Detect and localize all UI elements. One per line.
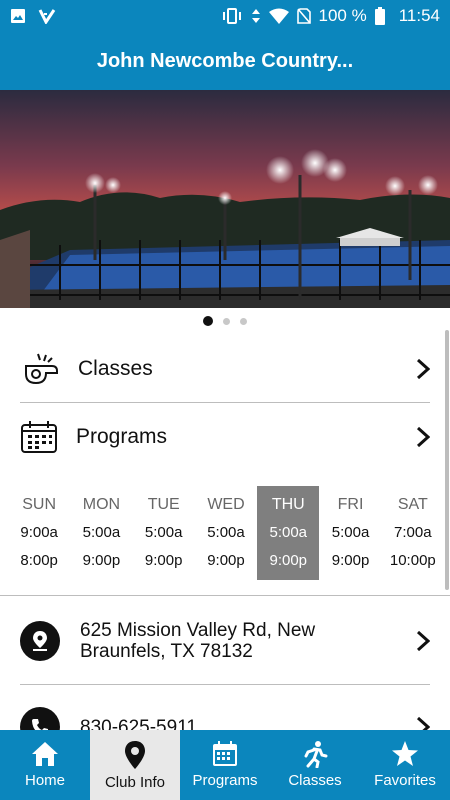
chevron-right-icon (416, 630, 430, 652)
star-icon (392, 741, 418, 766)
nav-label: Classes (288, 772, 342, 789)
close-time: 10:00p (389, 552, 436, 569)
whistle-icon (25, 353, 58, 385)
divider (0, 595, 450, 596)
bottom-navigation: Home Club Info Programs Classes Favorite… (0, 730, 450, 800)
battery-icon (374, 7, 385, 25)
app-bar: John Newcombe Country... (0, 32, 450, 90)
vibrate-icon (222, 8, 241, 24)
divider (20, 402, 430, 403)
day-name: SAT (397, 496, 428, 513)
day-name: MON (82, 496, 121, 513)
schedule-day-mon: MON 5:00a 9:00p (70, 486, 132, 580)
nav-label: Programs (192, 772, 258, 789)
nav-label: Club Info (104, 774, 166, 791)
status-bar: 100 % 11:54 (0, 0, 450, 32)
scrollbar[interactable] (445, 330, 449, 590)
address-text: 625 Mission Valley Rd, New Braunfels, TX… (80, 620, 316, 662)
open-time: 9:00a (20, 524, 58, 541)
day-name: SUN (22, 496, 57, 513)
page-title: John Newcombe Country... (96, 49, 354, 72)
check-icon (38, 9, 56, 24)
nav-label: Home (24, 772, 65, 789)
club-photo (0, 90, 450, 308)
open-time: 5:00a (207, 524, 245, 541)
carousel-dot[interactable] (223, 317, 230, 325)
home-icon (32, 742, 58, 766)
hours-schedule: SUN 9:00a 8:00p MON 5:00a 9:00p TUE 5:00… (8, 486, 444, 580)
close-time: 9:00p (207, 552, 245, 569)
chevron-right-icon (416, 358, 430, 380)
runner-icon (304, 741, 328, 768)
club-photo-carousel[interactable] (0, 90, 450, 308)
programs-row[interactable]: Programs (20, 404, 430, 470)
day-name: FRI (337, 496, 364, 513)
open-time: 5:00a (82, 524, 121, 541)
schedule-day-thu-today: THU 5:00a 9:00p (257, 486, 320, 580)
chevron-right-icon (416, 426, 430, 448)
calendar-icon (21, 421, 57, 453)
data-icon (251, 9, 260, 23)
schedule-day-sun: SUN 9:00a 8:00p (8, 486, 70, 580)
schedule-day-wed: WED 5:00a 9:00p (195, 486, 257, 580)
nav-item-home[interactable]: Home (0, 730, 90, 800)
day-name: TUE (147, 496, 180, 513)
nav-label: Favorites (374, 772, 436, 789)
nav-item-classes[interactable]: Classes (270, 730, 360, 800)
image-icon (11, 9, 25, 23)
open-time: 5:00a (331, 524, 370, 541)
day-name: THU (271, 496, 305, 513)
day-name: WED (207, 496, 245, 513)
battery-percent: 100 % (318, 6, 367, 25)
close-time: 9:00p (144, 552, 183, 569)
location-pin-icon (125, 741, 145, 769)
close-time: 9:00p (269, 552, 308, 569)
nav-item-programs[interactable]: Programs (180, 730, 270, 800)
schedule-day-tue: TUE 5:00a 9:00p (133, 486, 195, 580)
close-time: 9:00p (331, 552, 370, 569)
programs-label: Programs (76, 425, 168, 448)
open-time: 5:00a (144, 524, 183, 541)
address-row[interactable]: 625 Mission Valley Rd, New Braunfels, TX… (20, 618, 430, 664)
carousel-indicator[interactable] (0, 312, 450, 330)
divider (20, 684, 430, 685)
nav-item-club-info[interactable]: Club Info (90, 730, 180, 800)
classes-label: Classes (78, 357, 153, 380)
no-sim-icon (296, 8, 311, 24)
open-time: 5:00a (269, 524, 308, 541)
carousel-dot[interactable] (240, 317, 247, 325)
schedule-day-fri: FRI 5:00a 9:00p (319, 486, 381, 580)
classes-row[interactable]: Classes (20, 336, 430, 402)
nav-item-favorites[interactable]: Favorites (360, 730, 450, 800)
location-pin-icon (20, 621, 60, 661)
close-time: 9:00p (82, 552, 121, 569)
open-time: 7:00a (394, 524, 432, 541)
wifi-icon (268, 8, 289, 24)
schedule-day-sat: SAT 7:00a 10:00p (382, 486, 444, 580)
close-time: 8:00p (20, 552, 58, 569)
clock: 11:54 (398, 6, 440, 25)
carousel-dot[interactable] (203, 316, 213, 326)
calendar-icon (213, 741, 237, 766)
